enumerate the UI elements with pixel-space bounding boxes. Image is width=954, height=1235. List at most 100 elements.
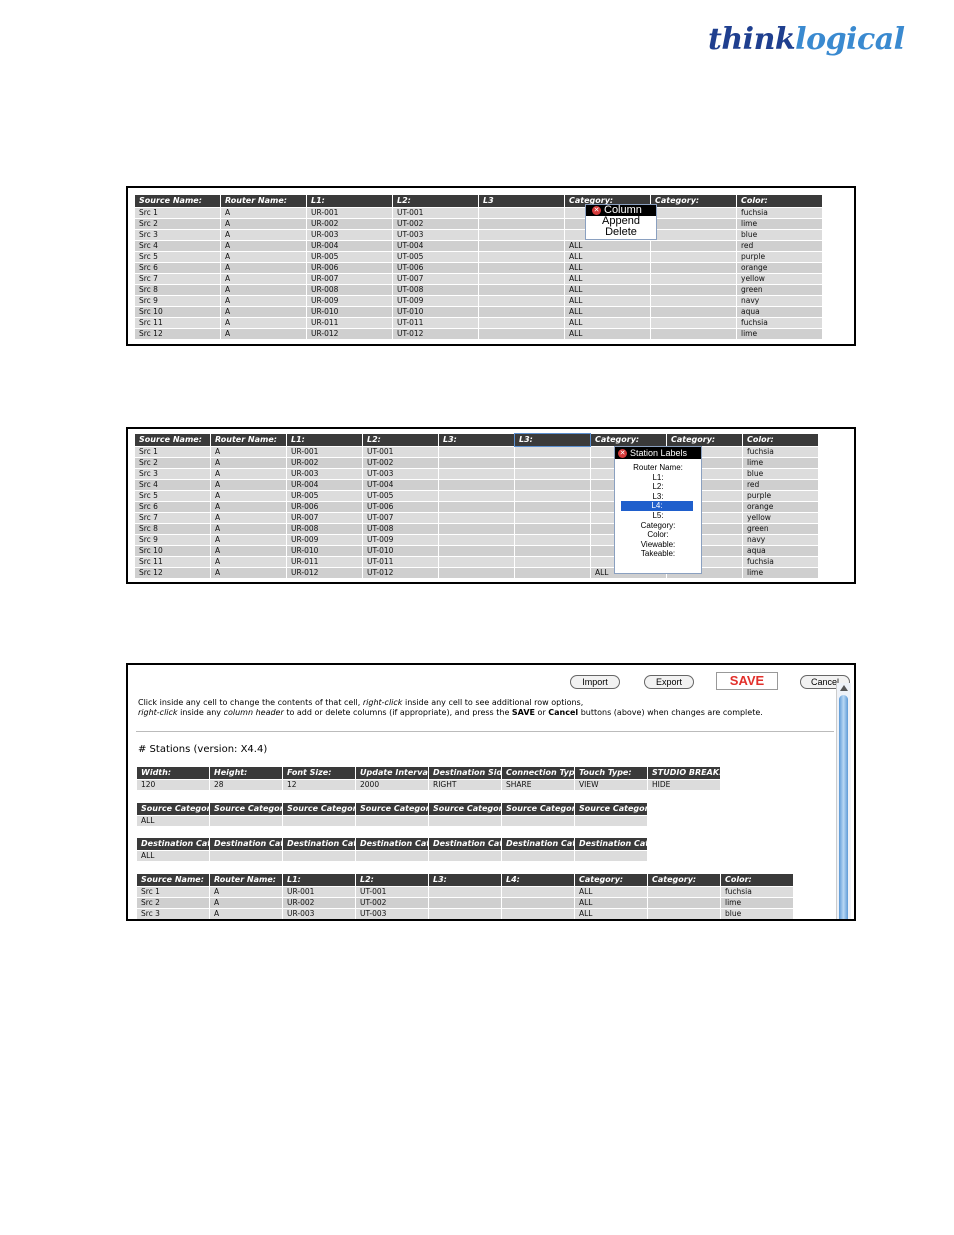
table-cell[interactable]: UR-002 [283,898,355,908]
column-header[interactable]: L1: [307,195,392,207]
table-cell[interactable]: UT-008 [393,285,478,295]
table-cell[interactable]: UR-001 [287,447,362,457]
table-cell[interactable] [651,241,736,251]
table-cell[interactable] [439,447,514,457]
table-cell[interactable]: green [743,524,818,534]
column-header[interactable]: L2: [393,195,478,207]
table-cell[interactable] [210,816,282,826]
table-cell[interactable]: UT-010 [363,546,438,556]
table-cell[interactable]: UT-003 [356,909,428,919]
table-cell[interactable]: UR-008 [307,285,392,295]
table-cell[interactable] [515,469,590,479]
table-cell[interactable]: UT-001 [393,208,478,218]
table-cell[interactable]: Src 8 [135,285,220,295]
table-cell[interactable]: Src 5 [135,491,210,501]
table-cell[interactable]: UR-006 [307,263,392,273]
column-header[interactable]: Source Category: [210,803,282,815]
table-cell[interactable]: UR-003 [307,230,392,240]
table-cell[interactable] [502,887,574,897]
table-cell[interactable] [575,816,647,826]
table-cell[interactable] [439,491,514,501]
table-cell[interactable] [515,502,590,512]
close-icon[interactable]: ✕ [618,449,627,459]
table-cell[interactable] [479,230,564,240]
table-cell[interactable] [651,219,736,229]
table-cell[interactable]: A [211,469,286,479]
menu-item-label[interactable]: L2: [615,482,701,492]
table-cell[interactable]: fuchsia [737,318,822,328]
menu-item-label[interactable]: Router Name: [615,463,701,473]
table-cell[interactable] [479,208,564,218]
table-cell[interactable] [439,546,514,556]
table-cell[interactable] [479,241,564,251]
table-cell[interactable] [515,568,590,578]
column-header[interactable]: Source Category: [502,803,574,815]
table-cell[interactable] [439,502,514,512]
table-cell[interactable]: UT-012 [393,329,478,339]
table-cell[interactable]: A [211,568,286,578]
column-header[interactable]: L1: [287,434,362,446]
table-cell[interactable] [515,458,590,468]
table-cell[interactable]: Src 2 [137,898,209,908]
column-header[interactable]: Category: [651,195,736,207]
table-cell[interactable]: HIDE [648,780,720,790]
column-header[interactable]: Destination Category: [283,838,355,850]
table-cell[interactable] [210,851,282,861]
table-cell[interactable]: blue [743,469,818,479]
table-cell[interactable] [515,546,590,556]
column-header[interactable]: Destination Category: [575,838,647,850]
table-cell[interactable]: UT-009 [393,296,478,306]
table-cell[interactable] [439,524,514,534]
table-cell[interactable]: ALL [565,274,650,284]
table-cell[interactable]: A [210,887,282,897]
table-cell[interactable] [429,816,501,826]
table-cell[interactable] [648,909,720,919]
table-cell[interactable] [429,898,501,908]
table-cell[interactable]: blue [737,230,822,240]
table-cell[interactable]: Src 3 [135,469,210,479]
table-cell[interactable] [651,230,736,240]
save-button[interactable]: SAVE [716,672,778,690]
table-cell[interactable]: ALL [137,851,209,861]
table-cell[interactable]: A [221,230,306,240]
table-cell[interactable] [515,491,590,501]
table-cell[interactable]: A [211,458,286,468]
export-button[interactable]: Export [644,675,694,689]
table-cell[interactable]: A [221,318,306,328]
table-cell[interactable]: A [221,274,306,284]
column-header[interactable]: Source Category: [575,803,647,815]
column-header[interactable]: Source Name: [135,195,220,207]
table-cell[interactable]: UR-010 [307,307,392,317]
close-icon[interactable]: ✕ [592,205,601,215]
table-cell[interactable] [439,458,514,468]
table-cell[interactable]: UT-009 [363,535,438,545]
column-header[interactable]: L2: [356,874,428,886]
table-cell[interactable]: ALL [575,909,647,919]
table-cell[interactable]: A [210,898,282,908]
table-cell[interactable]: ALL [565,285,650,295]
table-cell[interactable]: 120 [137,780,209,790]
table-cell[interactable]: red [743,480,818,490]
table-cell[interactable] [429,909,501,919]
table-cell[interactable] [439,513,514,523]
table-cell[interactable]: UR-001 [307,208,392,218]
table-cell[interactable]: Src 3 [137,909,209,919]
table-cell[interactable]: navy [743,535,818,545]
menu-item-label[interactable]: Viewable: [615,540,701,550]
table-cell[interactable]: UR-010 [287,546,362,556]
table-cell[interactable]: UT-011 [393,318,478,328]
table-cell[interactable] [283,851,355,861]
column-header[interactable]: Source Category: [137,803,209,815]
column-header[interactable]: L3: [439,434,514,446]
table-cell[interactable]: UT-010 [393,307,478,317]
table-cell[interactable]: Src 10 [135,546,210,556]
table-cell[interactable] [439,535,514,545]
table-cell[interactable]: UT-002 [356,898,428,908]
table-cell[interactable]: Src 10 [135,307,220,317]
scroll-thumb[interactable] [839,695,848,919]
table-cell[interactable]: fuchsia [721,887,793,897]
table-cell[interactable] [651,274,736,284]
table-cell[interactable]: A [211,557,286,567]
table-cell[interactable]: ALL [565,263,650,273]
table-cell[interactable] [502,909,574,919]
